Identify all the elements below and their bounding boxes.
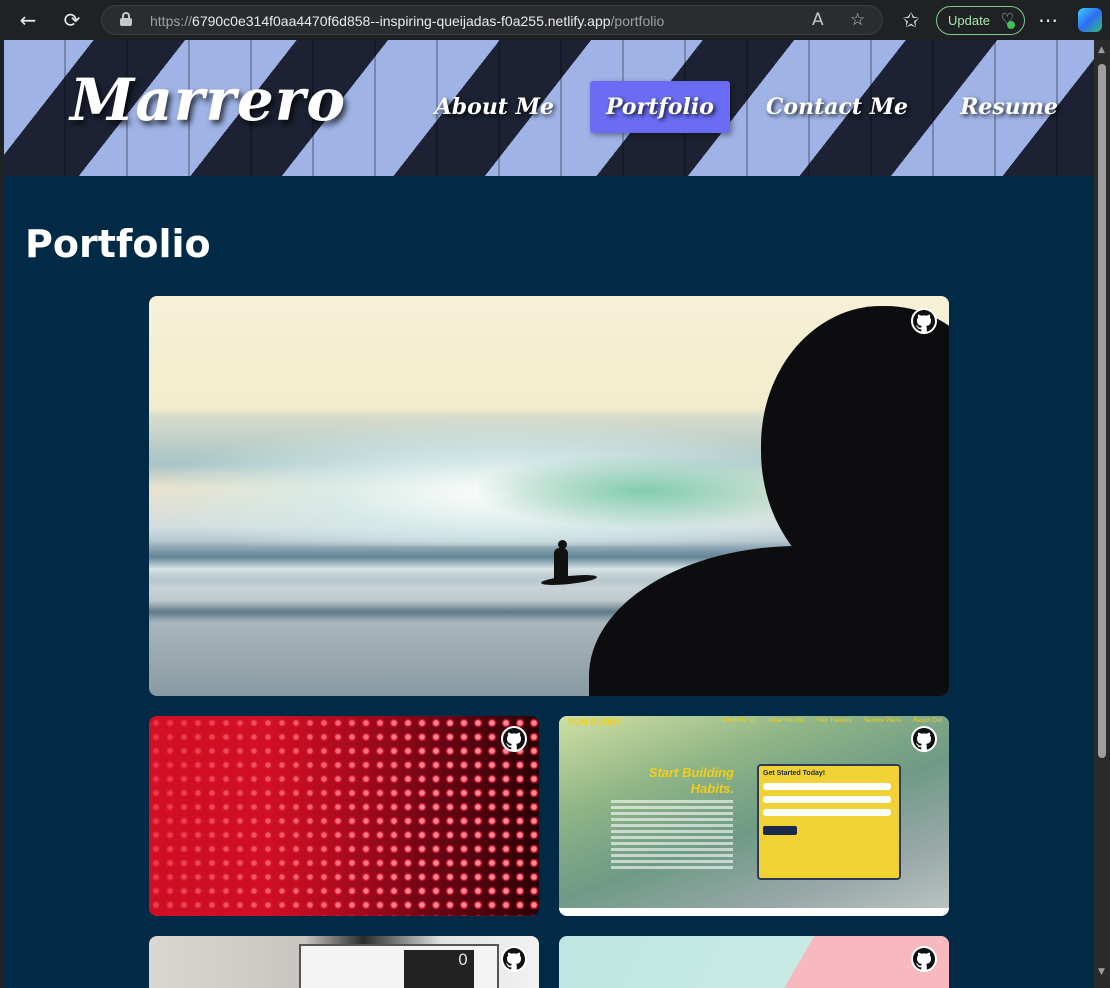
favorites-icon[interactable]: ✩ <box>898 8 924 32</box>
url-text[interactable]: https://6790c0e314f0aa4470f6d858--inspir… <box>150 13 664 29</box>
nav-contact-me[interactable]: Contact Me <box>750 81 924 133</box>
update-dot-icon <box>1007 21 1015 29</box>
run-buddy-nav-item: What You Do <box>768 718 804 724</box>
run-buddy-form-title: Get Started Today! <box>763 770 826 777</box>
run-buddy-nav-item: Your Trainers <box>816 718 852 724</box>
page-viewport: Marrero About Me Portfolio Contact Me Re… <box>4 40 1094 988</box>
form-input <box>763 783 891 790</box>
github-icon[interactable] <box>501 946 527 972</box>
form-input <box>763 809 891 816</box>
led-wall-image <box>149 716 539 916</box>
github-icon[interactable] <box>911 726 937 752</box>
favorite-star-icon[interactable]: ☆ <box>850 10 865 30</box>
nav-portfolio[interactable]: Portfolio <box>589 81 730 133</box>
project-card-featured[interactable] <box>149 296 949 696</box>
nav-about-me[interactable]: About Me <box>419 81 570 133</box>
run-buddy-logo: RUN BUDDY <box>568 717 622 727</box>
update-button[interactable]: Update ♡ <box>936 6 1025 35</box>
run-buddy-nav-item: Service Plans <box>864 718 901 724</box>
github-icon[interactable] <box>911 946 937 972</box>
project-card-run-buddy[interactable]: RUN BUDDY What We Do What You Do Your Tr… <box>559 716 949 916</box>
site-logo[interactable]: Marrero <box>70 66 346 134</box>
reload-icon[interactable]: ⟳ <box>59 8 85 32</box>
site-header: Marrero About Me Portfolio Contact Me Re… <box>4 40 1094 176</box>
project-card-pastel[interactable] <box>559 936 949 988</box>
browser-toolbar: ← ⟳ https://6790c0e314f0aa4470f6d858--in… <box>0 0 1110 40</box>
page-scrollbar[interactable]: ▲ ▼ <box>1094 40 1110 988</box>
address-bar[interactable]: https://6790c0e314f0aa4470f6d858--inspir… <box>101 5 883 35</box>
calculator-display: 0 <box>404 950 474 988</box>
more-menu-icon[interactable]: ⋯ <box>1035 8 1061 32</box>
run-buddy-body-text <box>611 800 733 870</box>
project-card-code[interactable]: 0 <box>149 936 539 988</box>
run-buddy-screenshot: RUN BUDDY What We Do What You Do Your Tr… <box>559 716 949 908</box>
nav-resume[interactable]: Resume <box>944 81 1074 133</box>
surfer-silhouette <box>554 548 568 584</box>
page-title: Portfolio <box>25 222 211 266</box>
run-buddy-nav: What We Do What You Do Your Trainers Ser… <box>722 718 942 724</box>
main-nav: About Me Portfolio Contact Me Resume <box>419 81 1094 133</box>
github-icon[interactable] <box>911 308 937 334</box>
form-input <box>763 796 891 803</box>
update-label: Update <box>948 13 990 28</box>
scrollbar-thumb[interactable] <box>1098 64 1106 758</box>
run-buddy-form-button <box>763 826 797 835</box>
wave-highlight <box>479 456 809 526</box>
run-buddy-nav-item: Reach Out <box>913 718 942 724</box>
run-buddy-form: Get Started Today! <box>757 764 901 880</box>
read-aloud-icon[interactable]: A <box>812 10 824 30</box>
run-buddy-headline: Start Building Habits. <box>648 765 734 796</box>
project-card-led[interactable] <box>149 716 539 916</box>
scroll-down-arrow-icon[interactable]: ▼ <box>1098 968 1106 977</box>
surfer-head <box>558 540 567 549</box>
back-arrow-icon[interactable]: ← <box>15 8 41 32</box>
copilot-icon[interactable] <box>1078 8 1102 32</box>
lock-icon[interactable] <box>120 12 132 26</box>
run-buddy-nav-item: What We Do <box>722 718 756 724</box>
scroll-up-arrow-icon[interactable]: ▲ <box>1098 46 1106 55</box>
github-icon[interactable] <box>501 726 527 752</box>
